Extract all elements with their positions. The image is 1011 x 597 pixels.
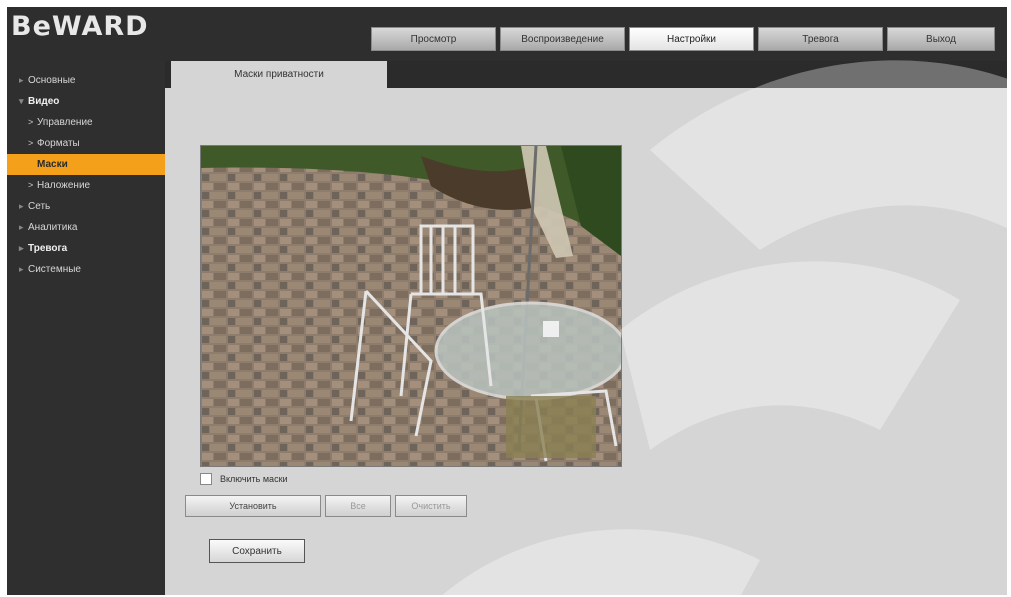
tab-alarm[interactable]: Тревога: [758, 27, 883, 51]
chevron-right-icon: >: [28, 117, 34, 127]
save-button[interactable]: Сохранить: [209, 539, 305, 563]
sidebar-item-control[interactable]: > Управление: [7, 112, 165, 133]
tab-logout[interactable]: Выход: [887, 27, 995, 51]
sidebar-item-label: Сеть: [28, 201, 51, 212]
app-window: BeWARD Просмотр Воспроизведение Настройк…: [7, 7, 1007, 595]
mask-buttons: Установить Все Очистить: [185, 495, 471, 517]
sidebar-item-general[interactable]: ▸ Основные: [7, 70, 165, 91]
camera-image: [201, 146, 621, 466]
sidebar-item-label: Системные: [28, 264, 81, 275]
sidebar-item-label: Форматы: [37, 138, 80, 149]
sidebar-item-label: Тревога: [28, 243, 68, 254]
chevron-right-icon: >: [28, 138, 34, 148]
sidebar-item-system[interactable]: ▸ Системные: [7, 259, 165, 280]
content-panel: Маски приватности Включить маски Установ…: [165, 61, 1007, 595]
sidebar-item-network[interactable]: ▸ Сеть: [7, 196, 165, 217]
tab-playback[interactable]: Воспроизведение: [500, 27, 625, 51]
bullet-icon: ▸: [19, 222, 24, 232]
sidebar-item-label: Маски: [37, 159, 68, 170]
content-tab-bar: Маски приватности: [165, 61, 1007, 88]
bullet-icon: ▸: [19, 243, 24, 253]
sidebar-menu: ▸ Основные ▾ Видео > Управление > Форматы Ма…: [7, 70, 165, 280]
sidebar-item-label: Управление: [37, 117, 93, 128]
sidebar-item-analytics[interactable]: ▸ Аналитика: [7, 217, 165, 238]
sidebar-item-formats[interactable]: > Форматы: [7, 133, 165, 154]
enable-masks-checkbox[interactable]: [200, 473, 212, 485]
enable-masks-row: Включить маски: [200, 473, 288, 485]
sidebar-item-label: Основные: [28, 75, 76, 86]
sidebar: ▸ Основные ▾ Видео > Управление > Форматы Ма…: [7, 61, 165, 595]
clear-button[interactable]: Очистить: [395, 495, 467, 517]
sidebar-item-masks[interactable]: Маски: [7, 154, 165, 175]
sidebar-item-video[interactable]: ▾ Видео: [7, 91, 165, 112]
bullet-icon: ▸: [19, 264, 24, 274]
beward-logo: BeWARD: [11, 11, 149, 42]
enable-masks-label: Включить маски: [220, 474, 288, 484]
select-all-button[interactable]: Все: [325, 495, 391, 517]
sidebar-item-overlay[interactable]: > Наложение: [7, 175, 165, 196]
set-mask-button[interactable]: Установить: [185, 495, 321, 517]
tab-settings[interactable]: Настройки: [629, 27, 754, 51]
sidebar-item-alarm[interactable]: ▸ Тревога: [7, 238, 165, 259]
main-tabs: Просмотр Воспроизведение Настройки Трево…: [371, 27, 995, 53]
bullet-icon: ▾: [19, 96, 24, 106]
top-bar: BeWARD Просмотр Воспроизведение Настройк…: [7, 7, 1007, 61]
bullet-icon: ▸: [19, 201, 24, 211]
tab-view[interactable]: Просмотр: [371, 27, 496, 51]
chevron-right-icon: >: [28, 180, 34, 190]
sidebar-item-label: Аналитика: [28, 222, 78, 233]
sidebar-item-label: Наложение: [37, 180, 91, 191]
tab-privacy-masks[interactable]: Маски приватности: [171, 61, 387, 88]
camera-preview[interactable]: [200, 145, 622, 467]
bullet-icon: ▸: [19, 75, 24, 85]
sidebar-item-label: Видео: [28, 96, 60, 107]
